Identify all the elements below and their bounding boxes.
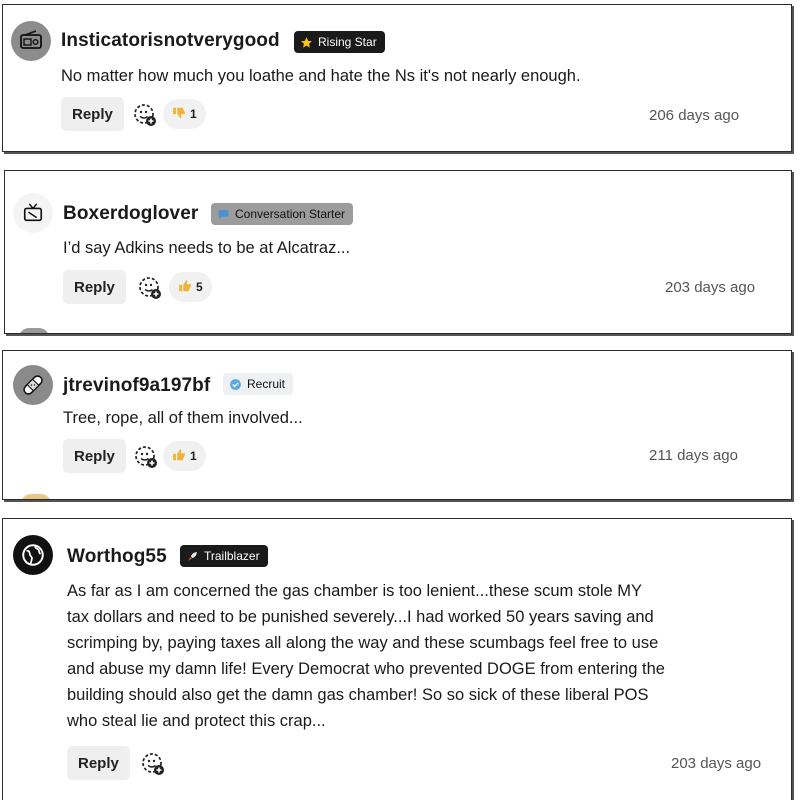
avatar[interactable] [13, 365, 53, 405]
globe-icon [22, 544, 44, 566]
thumbs-down-icon [172, 106, 186, 123]
badge-label: Trailblazer [204, 549, 260, 563]
badge-label: Rising Star [318, 35, 377, 49]
status-badge: Recruit [223, 373, 294, 395]
username[interactable]: jtrevinof9a197bf [63, 375, 210, 397]
comment-card: Insticatorisnotverygood Rising Star No m… [2, 4, 792, 152]
comment-text: No matter how much you loathe and hate t… [61, 67, 581, 85]
comment-line: building should also get the damn gas ch… [67, 686, 649, 704]
reply-button[interactable]: Reply [67, 746, 130, 780]
vote-button[interactable]: 1 [163, 99, 206, 129]
vote-button[interactable]: 5 [169, 272, 212, 302]
comment-line: tax dollars and need to be punished seve… [67, 608, 654, 626]
next-avatar-peek [19, 328, 49, 333]
add-reaction-icon[interactable] [141, 752, 165, 776]
comment-line: As far as I am concerned the gas chamber… [67, 582, 643, 600]
verified-check-icon [229, 378, 242, 391]
username[interactable]: Boxerdoglover [63, 203, 198, 225]
timestamp: 206 days ago [649, 107, 740, 124]
timestamp: 203 days ago [671, 755, 762, 772]
next-avatar-peek [21, 494, 51, 499]
comment-text: As far as I am concerned the gas chamber… [67, 578, 665, 734]
reply-button[interactable]: Reply [61, 97, 124, 131]
thumbs-up-icon [172, 448, 186, 465]
badge-label: Recruit [247, 377, 286, 391]
reply-button[interactable]: Reply [63, 439, 126, 473]
comment-card: Worthog55 Trailblazer As far as I am con… [2, 518, 792, 800]
rocket-icon [186, 550, 199, 563]
comment-text: I’d say Adkins needs to be at Alcatraz..… [63, 239, 351, 257]
radio-icon [20, 30, 42, 49]
comment-line: and abuse my damn life! Every Democrat w… [67, 660, 665, 678]
bandage-icon [23, 375, 43, 395]
comment-card: Boxerdoglover Conversation Starter I’d s… [4, 170, 792, 334]
vote-count: 5 [196, 280, 203, 294]
timestamp: 211 days ago [649, 447, 738, 464]
status-badge: Rising Star [294, 31, 385, 53]
thumbs-up-icon [178, 279, 192, 296]
add-reaction-icon[interactable] [134, 445, 158, 469]
status-badge: Trailblazer [180, 545, 268, 567]
comment-line: who steal lie and protect this crap... [67, 712, 326, 730]
add-reaction-icon[interactable] [138, 276, 162, 300]
comment-line: scrimping by, paying taxes all along the… [67, 634, 659, 652]
speech-bubble-icon [217, 208, 230, 221]
avatar[interactable] [13, 193, 53, 233]
username[interactable]: Insticatorisnotverygood [61, 30, 280, 52]
vote-count: 1 [190, 107, 197, 121]
avatar[interactable] [11, 21, 51, 61]
reply-button[interactable]: Reply [63, 270, 126, 304]
avatar[interactable] [13, 535, 53, 575]
status-badge: Conversation Starter [211, 203, 354, 225]
comment-text: Tree, rope, all of them involved... [63, 409, 303, 427]
vote-button[interactable]: 1 [163, 441, 206, 471]
star-icon [300, 36, 313, 49]
add-reaction-icon[interactable] [133, 103, 157, 127]
timestamp: 203 days ago [665, 279, 756, 296]
vote-count: 1 [190, 449, 197, 463]
tv-icon [23, 203, 43, 222]
username[interactable]: Worthog55 [67, 546, 167, 568]
comment-card: jtrevinof9a197bf Recruit Tree, rope, all… [2, 350, 792, 500]
badge-label: Conversation Starter [235, 207, 346, 221]
